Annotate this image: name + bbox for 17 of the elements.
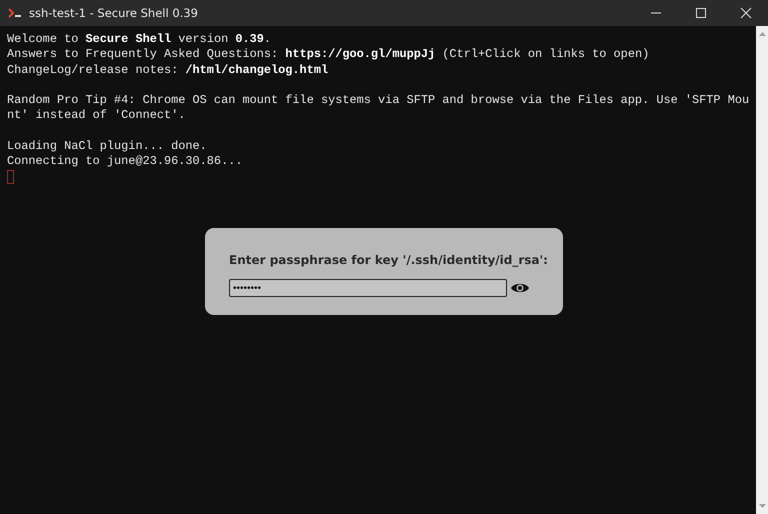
- scrollbar[interactable]: [756, 26, 768, 514]
- close-icon: [740, 7, 752, 19]
- terminal-line: nt' instead of 'Connect'.: [7, 108, 186, 124]
- scroll-down-icon[interactable]: [758, 504, 766, 508]
- terminal-line: Random Pro Tip #4: Chrome OS can mount file systems via SFTP and browse via the Files app. Use 'SFTP Mou: [7, 93, 750, 108]
- passphrase-prompt: Enter passphrase for key '/.ssh/identity/id_rsa':: [229, 253, 549, 267]
- window-title: ssh-test-1 - Secure Shell 0.39: [29, 6, 199, 20]
- terminal-line: Welcome to Secure Shell version 0.39.: [7, 32, 272, 48]
- scroll-up-icon[interactable]: [758, 32, 766, 36]
- passphrase-field[interactable]: ••••••••: [229, 279, 507, 297]
- terminal-line: ChangeLog/release notes: /html/changelog.html: [7, 62, 330, 78]
- maximize-icon: [694, 7, 706, 19]
- terminal-icon: [8, 8, 22, 18]
- terminal-line: Connecting to june@23.96.30.86...: [7, 154, 244, 170]
- eye-icon[interactable]: [510, 281, 530, 295]
- terminal-line: Loading NaCl plugin... done.: [7, 139, 208, 154]
- terminal-line: Answers to Frequently Asked Questions: https://goo.gl/muppJj (Ctrl+Click on links to open): [7, 47, 650, 63]
